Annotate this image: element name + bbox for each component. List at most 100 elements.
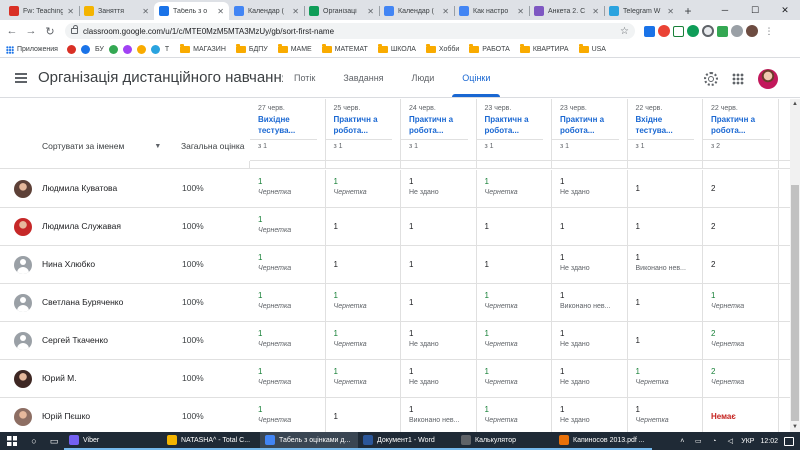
bookmark-folder[interactable]: МАТЕМАТ: [321, 44, 368, 53]
back-button[interactable]: ←: [4, 23, 20, 39]
tab-close-icon[interactable]: ✕: [67, 7, 74, 16]
profile-avatar-icon[interactable]: [746, 25, 758, 37]
tab-classwork[interactable]: Завдання: [329, 59, 397, 97]
extension-gray-circle-icon[interactable]: [702, 25, 714, 37]
tab-close-icon[interactable]: ✕: [442, 7, 449, 16]
grade-cell[interactable]: 1 Виконано нев...: [401, 398, 477, 432]
assignment-column-header[interactable]: 22 черв. Практичн а робота... з 2: [703, 99, 779, 161]
grade-cell[interactable]: 1: [552, 208, 628, 245]
grade-cell[interactable]: 1: [628, 208, 703, 245]
student-name[interactable]: Людмила Куватова: [42, 183, 117, 193]
taskbar-app[interactable]: Калькулятор: [456, 432, 554, 450]
student-name[interactable]: Нина Хлюбко: [42, 259, 95, 269]
reload-button[interactable]: ↻: [42, 23, 58, 39]
grade-cell[interactable]: 1: [401, 284, 477, 321]
grade-cell[interactable]: 1: [326, 208, 401, 245]
start-button[interactable]: [0, 432, 24, 450]
page-scrollbar[interactable]: ▲ ▼: [790, 99, 800, 432]
student-name[interactable]: Юрій Пєшко: [42, 411, 90, 421]
browser-tab[interactable]: Табель з о ✕: [154, 2, 229, 20]
grade-cell[interactable]: 1 Чернетка: [326, 170, 401, 207]
scroll-thumb[interactable]: [791, 185, 799, 421]
assignment-title[interactable]: Практичн а робота...: [560, 114, 618, 136]
taskbar-app[interactable]: Viber: [64, 432, 162, 450]
extension-blue-icon[interactable]: [644, 25, 655, 37]
assignment-column-header[interactable]: 22 черв. Вхідне тестува... з 1: [627, 99, 703, 161]
tray-chevron-icon[interactable]: ˄: [677, 437, 687, 445]
grade-cell[interactable]: 1 Не здано: [401, 322, 477, 359]
bookmark-star-icon[interactable]: ☆: [620, 26, 629, 37]
grade-cell[interactable]: 1 Чернетка: [703, 284, 779, 321]
grade-cell[interactable]: 1 Чернетка: [250, 208, 326, 245]
bookmark-apps[interactable]: Приложения: [6, 45, 58, 54]
grade-cell[interactable]: 1 Чернетка: [477, 284, 552, 321]
tab-close-icon[interactable]: ✕: [367, 7, 374, 16]
grade-cell[interactable]: 1 Не здано: [552, 398, 628, 432]
grade-cell[interactable]: 1 Чернетка: [628, 398, 703, 432]
forward-button[interactable]: →: [23, 23, 39, 39]
grade-cell[interactable]: 1 Не здано: [401, 360, 477, 397]
assignment-title[interactable]: Вхідне тестува...: [636, 114, 694, 136]
grade-cell[interactable]: Немає: [703, 398, 779, 432]
bookmark-folder[interactable]: МАГАЗИН: [180, 44, 226, 53]
clock[interactable]: 12:02: [760, 438, 778, 445]
course-title[interactable]: Організація дистанційного навчання з...: [38, 69, 283, 86]
grade-cell[interactable]: 1 Чернетка: [250, 284, 326, 321]
grade-cell[interactable]: 1 Не здано: [552, 170, 628, 207]
bookmark-red-icon[interactable]: [66, 45, 76, 54]
assignment-title[interactable]: Практичн а робота...: [485, 114, 543, 136]
assignment-column-header[interactable]: 23 черв. Практичн а робота... з 1: [476, 99, 552, 161]
bookmark-eye-icon[interactable]: [80, 45, 90, 54]
grade-cell[interactable]: 2: [703, 246, 779, 283]
assignment-column-header[interactable]: 24 черв. Практичн а робота... з 1: [401, 99, 477, 161]
grade-cell[interactable]: 1 Чернетка: [477, 170, 552, 207]
bookmark-folder[interactable]: КВАРТИРА: [519, 44, 569, 53]
taskbar-app[interactable]: Документ1 - Word: [358, 432, 456, 450]
browser-tab[interactable]: Fw: Teaching ✕: [4, 2, 79, 20]
tab-close-icon[interactable]: ✕: [592, 7, 599, 16]
grade-cell[interactable]: 1 Чернетка: [477, 398, 552, 432]
language-indicator[interactable]: УКР: [741, 438, 754, 445]
grade-cell[interactable]: 1: [401, 208, 477, 245]
tab-close-icon[interactable]: ✕: [217, 7, 224, 16]
grade-cell[interactable]: 1: [326, 398, 401, 432]
browser-tab[interactable]: Заняття ✕: [79, 2, 154, 20]
browser-tab[interactable]: Telegram W ✕: [604, 2, 679, 20]
assignment-title[interactable]: Практичн а робота...: [409, 114, 467, 136]
browser-tab[interactable]: Календар (✕: [229, 2, 304, 20]
grade-cell[interactable]: 1: [628, 170, 703, 207]
grade-cell[interactable]: 1 Чернетка: [326, 284, 401, 321]
grade-cell[interactable]: 1 Не здано: [552, 322, 628, 359]
tab-close-icon[interactable]: ✕: [142, 7, 149, 16]
account-avatar[interactable]: [758, 69, 778, 89]
grade-cell[interactable]: 1 Не здано: [401, 170, 477, 207]
bookmark-t[interactable]: T: [165, 46, 169, 53]
browser-tab[interactable]: Організаці ✕: [304, 2, 379, 20]
browser-menu-icon[interactable]: ⋮: [761, 23, 777, 39]
extension-green-icon[interactable]: [673, 25, 684, 37]
new-tab-button[interactable]: +: [679, 2, 697, 20]
tab-close-icon[interactable]: ✕: [517, 7, 524, 16]
grade-cell[interactable]: 1 Не здано: [552, 246, 628, 283]
extension-green-circle-icon[interactable]: [687, 25, 699, 37]
grade-cell[interactable]: 2: [703, 208, 779, 245]
extension-settings-icon[interactable]: [731, 25, 743, 37]
taskbar-app[interactable]: NATASHA^ - Total C...: [162, 432, 260, 450]
bookmark-green-icon[interactable]: [108, 45, 118, 54]
taskbar-app[interactable]: Капиносов 2013.pdf ...: [554, 432, 652, 450]
search-icon[interactable]: ○: [24, 432, 44, 450]
battery-icon[interactable]: ▭: [693, 437, 703, 445]
extension-chat-icon[interactable]: [717, 25, 728, 37]
student-name[interactable]: Людмила Служавая: [42, 221, 121, 231]
grade-cell[interactable]: 1 Виконано нев...: [552, 284, 628, 321]
browser-tab[interactable]: Календар (✕: [379, 2, 454, 20]
bookmark-folder[interactable]: USA: [578, 44, 606, 53]
scroll-down-arrow[interactable]: ▼: [790, 422, 800, 432]
tab-stream[interactable]: Потік: [280, 59, 329, 97]
gear-icon[interactable]: [704, 72, 718, 86]
assignment-title[interactable]: Практичн а робота...: [711, 114, 769, 136]
bookmark-folder[interactable]: ШКОЛА: [377, 44, 416, 53]
browser-tab[interactable]: Как настро ✕: [454, 2, 529, 20]
assignment-column-header[interactable]: 23 черв. Практичн а робота... з 1: [552, 99, 628, 161]
tab-people[interactable]: Люди: [398, 59, 449, 97]
